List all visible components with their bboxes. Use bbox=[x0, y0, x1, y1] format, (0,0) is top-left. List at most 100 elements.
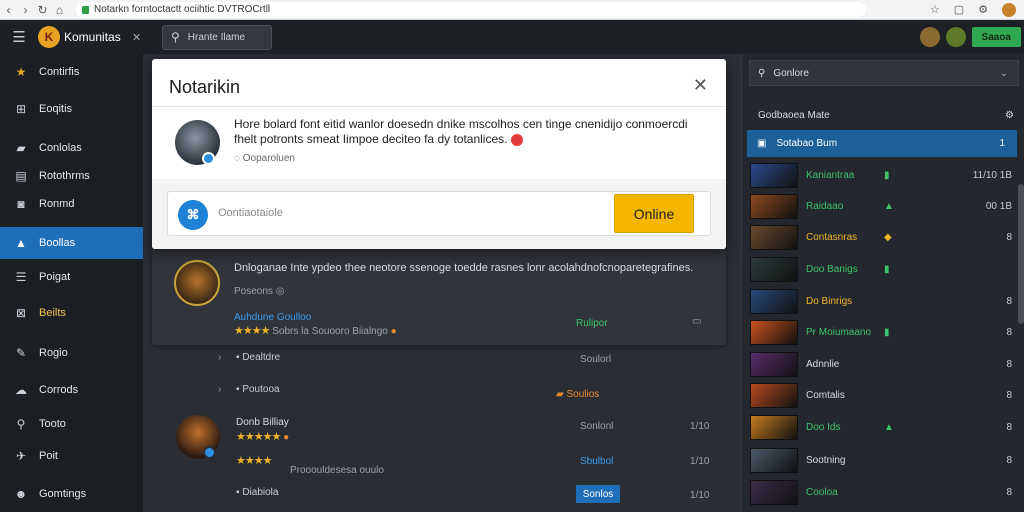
game-value: 8 bbox=[1006, 455, 1012, 466]
game-thumbnail bbox=[750, 257, 798, 282]
settings-icon[interactable]: ⚙ bbox=[1005, 110, 1014, 121]
scrollbar[interactable] bbox=[1018, 184, 1024, 324]
close-icon[interactable]: ✕ bbox=[693, 75, 708, 96]
game-name: Adnnlie bbox=[806, 359, 840, 370]
modal-input[interactable]: ⌘ Oontiaotaiole Online bbox=[167, 191, 711, 236]
collapse-icon[interactable]: ⌄ bbox=[1000, 68, 1008, 79]
game-thumbnail bbox=[750, 320, 798, 345]
game-name: Doo Banigs bbox=[806, 264, 858, 275]
emoji-icon bbox=[511, 133, 524, 146]
game-list-item[interactable]: Adnnlie 8 bbox=[750, 351, 1018, 378]
sidebar-item-gomtings[interactable]: ☻ Gomtings bbox=[0, 478, 143, 510]
brand-logo-icon[interactable]: K bbox=[38, 26, 60, 48]
right-search[interactable]: ⚲ Gonlore ⌄ bbox=[749, 60, 1019, 86]
modal-input-placeholder: Oontiaotaiole bbox=[218, 207, 283, 219]
forward-icon[interactable]: › bbox=[17, 3, 34, 17]
header-search[interactable]: ⚲ Hrante Ilame bbox=[162, 24, 272, 50]
post-tag[interactable]: Rulipor bbox=[576, 318, 608, 329]
review-2-count: 1/10 bbox=[690, 456, 710, 467]
sidebar-item-tooto[interactable]: ⚲ Tooto bbox=[0, 408, 143, 440]
chat-icon: ⌘ bbox=[178, 200, 208, 230]
notification-modal: Notarikin ✕ Hore bolard font eitid wanlo… bbox=[152, 59, 726, 249]
feed-row-5-button[interactable]: Sonlos bbox=[576, 485, 620, 503]
online-button[interactable]: Online bbox=[614, 194, 694, 233]
verified-badge-icon bbox=[202, 152, 215, 165]
sidebar-item-beilts[interactable]: ⊠ Beilts bbox=[0, 297, 143, 329]
game-value: 8 bbox=[1006, 390, 1012, 401]
sidebar-item-poigat[interactable]: ☰ Poigat bbox=[0, 261, 143, 293]
header-action-button[interactable]: Saaoa bbox=[971, 27, 1021, 47]
home-icon[interactable]: ⌂ bbox=[51, 3, 68, 17]
reload-icon[interactable]: ↻ bbox=[34, 3, 51, 17]
checkbox-icon: ▣ bbox=[757, 138, 767, 149]
user-avatar[interactable] bbox=[919, 27, 940, 47]
game-list-item[interactable]: Pr Moiumaano ▮ 8 bbox=[750, 319, 1018, 346]
list-icon: ☰ bbox=[15, 270, 27, 284]
feed-row-1[interactable]: ▪ Dealtdre bbox=[236, 352, 280, 363]
sidebar-item-corrods[interactable]: ☁ Corrods bbox=[0, 374, 143, 406]
menu-icon[interactable]: ☰ bbox=[0, 28, 38, 46]
feed-row-2-chevron-icon[interactable]: › bbox=[218, 384, 221, 395]
right-panel-header: Godbaoea Mate ⚙ bbox=[758, 110, 1014, 121]
game-name: Contasnras bbox=[806, 232, 858, 243]
back-icon[interactable]: ‹ bbox=[0, 3, 17, 17]
sidebar-item-poit[interactable]: ✈ Poit bbox=[0, 440, 143, 472]
feed-row-5[interactable]: ▪ Diabiola bbox=[236, 487, 278, 498]
friend-avatar[interactable] bbox=[945, 27, 966, 47]
sidebar-item-contirfis[interactable]: ★ Contirfis bbox=[0, 56, 143, 88]
game-list-item[interactable]: Sootning 8 bbox=[750, 447, 1018, 474]
folder-icon: ▪ bbox=[236, 384, 240, 395]
game-thumbnail bbox=[750, 480, 798, 505]
game-thumbnail bbox=[750, 163, 798, 188]
game-thumbnail bbox=[750, 352, 798, 377]
browser-toolbar: ‹ › ↻ ⌂ Notarkn forntoctactt ociihtic DV… bbox=[0, 0, 1024, 20]
extension-icon[interactable]: ▢ bbox=[954, 3, 964, 16]
review-2-sub: Prooouldesesa ouulo bbox=[290, 465, 384, 476]
info-icon: ◎ bbox=[275, 286, 285, 297]
profile-avatar[interactable] bbox=[1002, 2, 1016, 17]
game-thumbnail bbox=[750, 225, 798, 250]
feed-post-card[interactable]: Dnloganae Inte ypdeo thee neotore ssenog… bbox=[152, 248, 726, 345]
comment-icon[interactable]: ▭ bbox=[692, 316, 701, 327]
game-value: 11/10 1B bbox=[972, 170, 1012, 181]
badge-icon: ▮ bbox=[884, 264, 890, 275]
feed-row-1-right: Soulorl bbox=[580, 354, 612, 365]
game-name: Sootning bbox=[806, 455, 846, 466]
sidebar-item-boollas[interactable]: ▲ Boollas bbox=[0, 227, 143, 259]
feed-row-2[interactable]: ▪ Poutooa bbox=[236, 384, 280, 395]
settings-icon[interactable]: ⚙ bbox=[978, 3, 988, 16]
search-icon: ⚲ bbox=[16, 417, 26, 431]
right-panel: ⚲ Gonlore ⌄ Godbaoea Mate ⚙ ▣ Sotabao Bu… bbox=[741, 54, 1024, 512]
game-list-item[interactable]: Kaniantraa ▮ 11/10 1B bbox=[750, 162, 1018, 189]
game-list-item[interactable]: Doo Banigs ▮ bbox=[750, 256, 1018, 283]
game-list-item[interactable]: Do Binrigs 8 bbox=[750, 288, 1018, 315]
address-bar[interactable]: Notarkn forntoctactt ociihtic DVTROCrtll bbox=[76, 1, 866, 18]
reviewer-name[interactable]: Donb Billiay bbox=[236, 417, 289, 428]
post-author-name[interactable]: Auhdune Goulloo bbox=[234, 312, 311, 323]
game-list-item[interactable]: Cooloa 8 bbox=[750, 479, 1018, 506]
game-value: 8 bbox=[1006, 327, 1012, 338]
chat-icon: ◙ bbox=[17, 197, 25, 211]
sidebar-item-ronmd[interactable]: ◙ Ronmd bbox=[0, 188, 143, 220]
feed-row-2-right[interactable]: ▰ Soulios bbox=[556, 389, 599, 400]
post-author-avatar[interactable] bbox=[174, 260, 220, 306]
right-selected-item[interactable]: ▣ Sotabao Bum 1 bbox=[747, 130, 1017, 157]
feed-row-1-chevron-icon[interactable]: › bbox=[218, 352, 221, 363]
close-icon[interactable]: ✕ bbox=[132, 31, 152, 44]
header-search-label: Hrante Ilame bbox=[187, 31, 246, 43]
game-list-item[interactable]: Raidaao ▲ 00 1B bbox=[750, 193, 1018, 220]
game-name: Kaniantraa bbox=[806, 170, 855, 181]
game-name: Raidaao bbox=[806, 201, 844, 212]
review-2-right[interactable]: Sbulbol bbox=[580, 456, 613, 467]
star-icon[interactable]: ☆ bbox=[930, 3, 940, 16]
game-list-item[interactable]: Doo Ids ▲ 8 bbox=[750, 414, 1018, 441]
folder-icon: ▰ bbox=[16, 141, 26, 155]
search-icon: ⚲ bbox=[758, 67, 766, 79]
sidebar-item-eoqitis[interactable]: ⊞ Eoqitis bbox=[0, 93, 143, 125]
game-value: 8 bbox=[1006, 296, 1012, 307]
game-list-item[interactable]: Contasnras ◆ 8 bbox=[750, 224, 1018, 251]
folder-icon: ▪ bbox=[236, 487, 240, 498]
sidebar-item-rogio[interactable]: ✎ Rogio bbox=[0, 337, 143, 369]
game-value: 8 bbox=[1006, 359, 1012, 370]
game-list-item[interactable]: Comtalis 8 bbox=[750, 382, 1018, 409]
